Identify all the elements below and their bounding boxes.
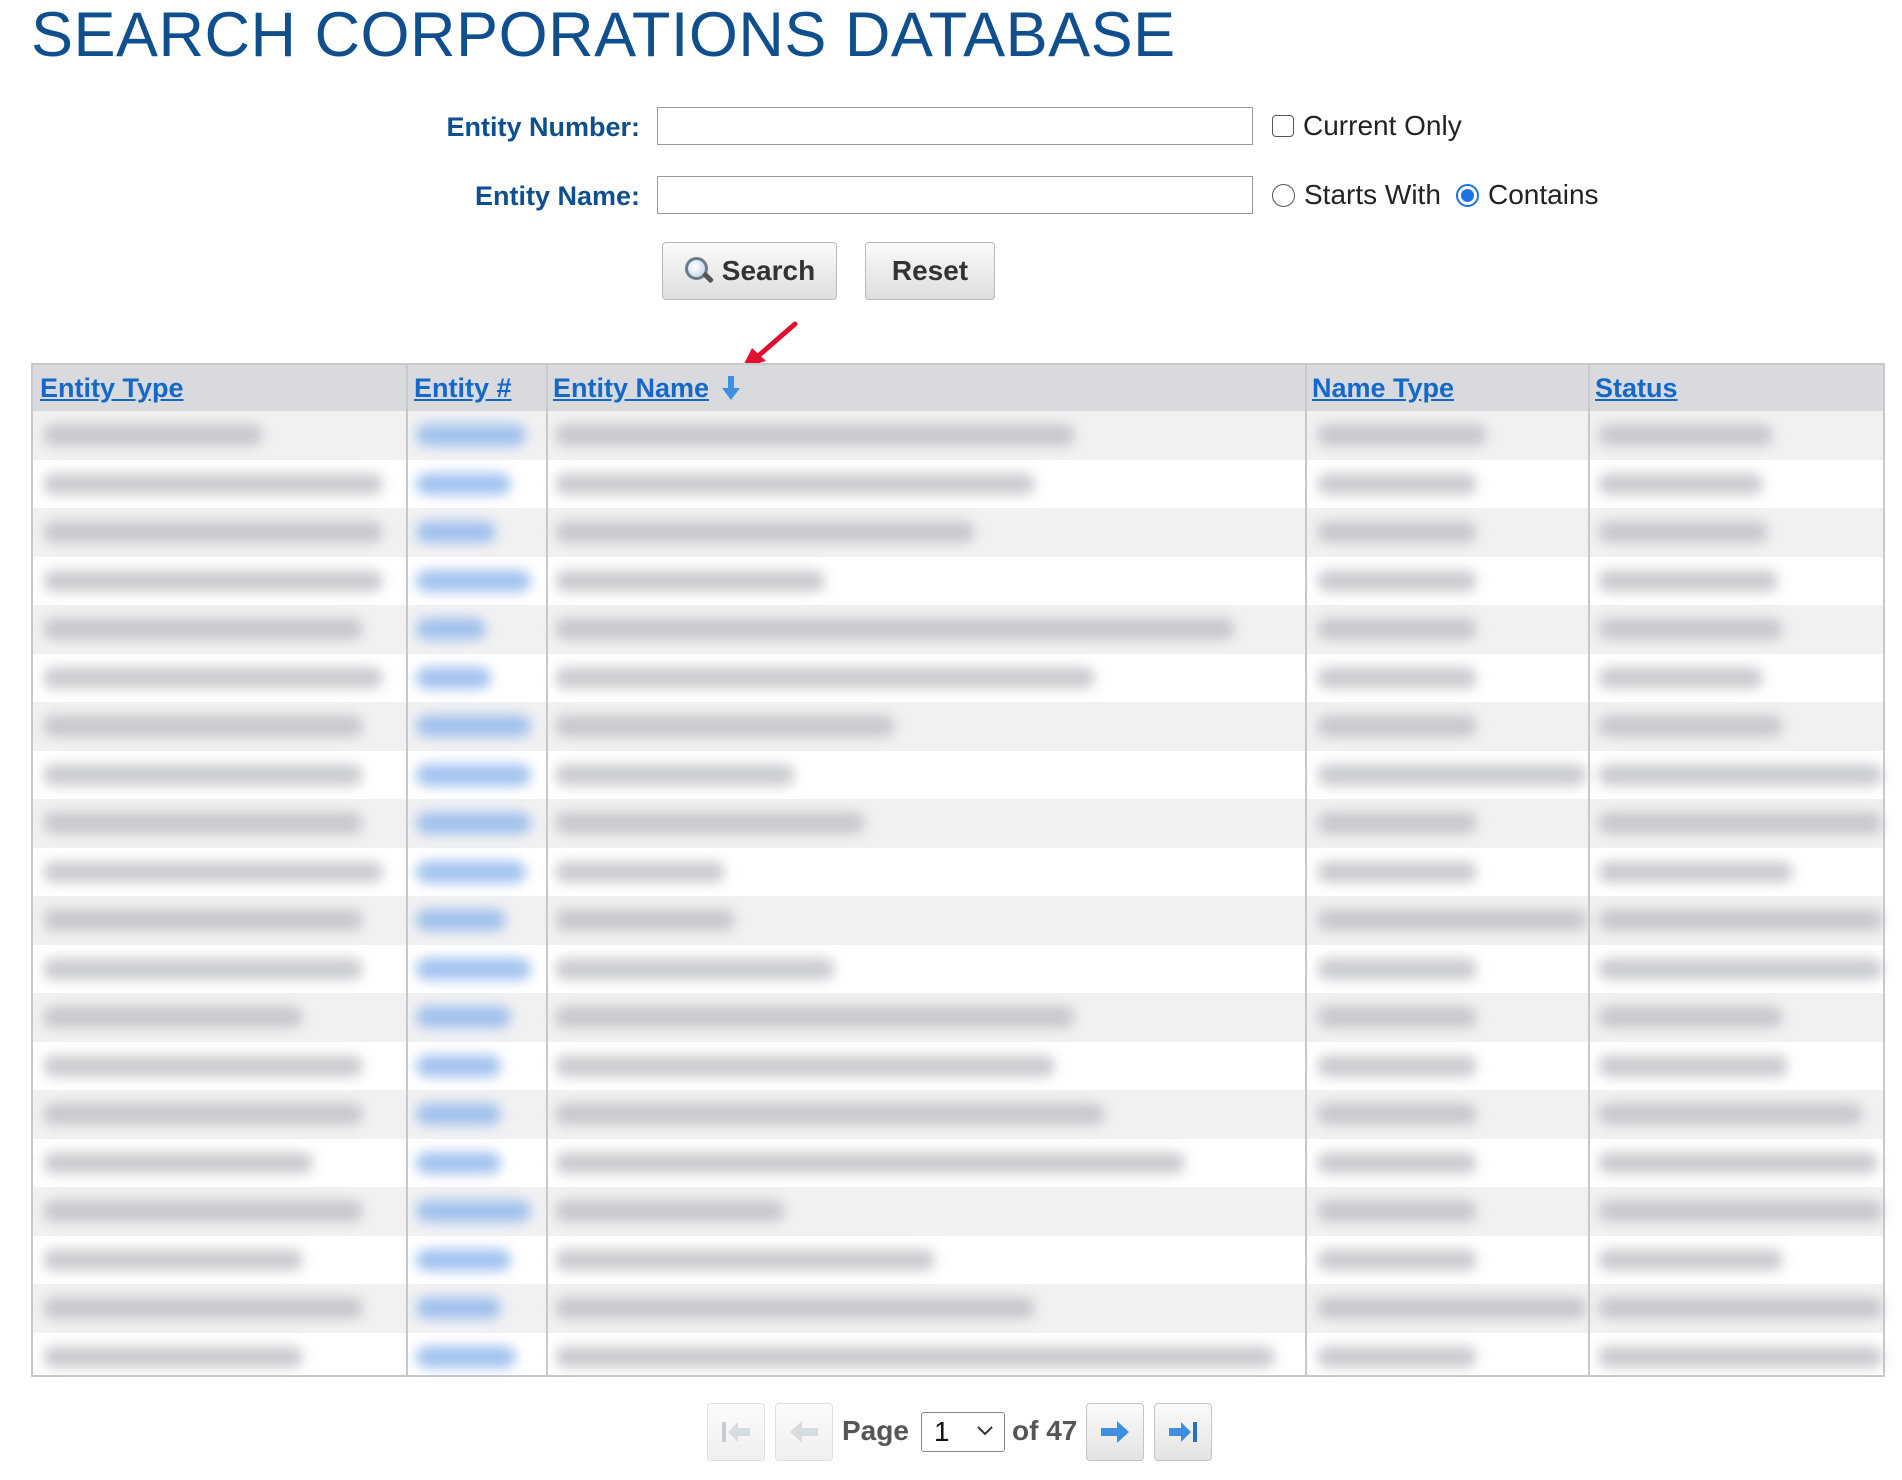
- column-divider: [406, 365, 408, 1375]
- table-row: [33, 1236, 1883, 1285]
- prev-page-icon: [790, 1421, 818, 1443]
- last-page-button[interactable]: [1154, 1403, 1212, 1461]
- page: SEARCH CORPORATIONS DATABASE Entity Numb…: [0, 0, 1902, 1480]
- contains-radio[interactable]: [1456, 183, 1479, 207]
- table-row: [33, 702, 1883, 751]
- column-header-status[interactable]: Status: [1595, 365, 1678, 411]
- table-row: [33, 1284, 1883, 1333]
- column-header-entity-number[interactable]: Entity #: [414, 365, 512, 411]
- table-row: [33, 1187, 1883, 1236]
- page-select[interactable]: 1: [921, 1412, 1005, 1452]
- table-row: [33, 993, 1883, 1042]
- table-row: [33, 848, 1883, 897]
- last-page-icon: [1169, 1422, 1197, 1442]
- contains-option[interactable]: Contains: [1456, 179, 1599, 211]
- current-only-checkbox[interactable]: [1272, 115, 1294, 137]
- search-button[interactable]: Search: [662, 242, 837, 300]
- table-row: [33, 1333, 1883, 1382]
- starts-with-option[interactable]: Starts With: [1272, 179, 1441, 211]
- magnifier-icon: [684, 256, 714, 286]
- reset-button[interactable]: Reset: [865, 242, 995, 300]
- table-row: [33, 508, 1883, 557]
- page-label: Page: [842, 1415, 909, 1446]
- table-row: [33, 605, 1883, 654]
- column-header-entity-name[interactable]: Entity Name: [553, 365, 741, 411]
- table-row: [33, 799, 1883, 848]
- table-row: [33, 654, 1883, 703]
- chevron-down-icon: [977, 1426, 993, 1436]
- table-row: [33, 945, 1883, 994]
- entity-name-label: Entity Name:: [474, 181, 640, 211]
- page-title: SEARCH CORPORATIONS DATABASE: [31, 0, 1176, 70]
- column-header-entity-name-label: Entity Name: [553, 372, 710, 403]
- reset-button-label: Reset: [891, 255, 969, 286]
- table-row: [33, 751, 1883, 800]
- page-select-value: 1: [934, 1416, 950, 1447]
- entity-number-input[interactable]: [657, 107, 1253, 145]
- column-header-name-type[interactable]: Name Type: [1312, 365, 1454, 411]
- column-divider: [546, 365, 548, 1375]
- starts-with-radio[interactable]: [1272, 183, 1295, 207]
- entity-number-label: Entity Number:: [446, 112, 640, 142]
- table-row: [33, 460, 1883, 509]
- table-body: [33, 411, 1883, 1375]
- table-row: [33, 896, 1883, 945]
- current-only-label: Current Only: [1303, 110, 1462, 141]
- next-page-icon: [1101, 1421, 1129, 1443]
- results-table: Entity Type Entity # Entity Name Name Ty…: [31, 363, 1885, 1377]
- current-only-option[interactable]: Current Only: [1272, 110, 1462, 142]
- column-divider: [1588, 365, 1590, 1375]
- starts-with-label: Starts With: [1304, 179, 1441, 210]
- first-page-button[interactable]: [707, 1403, 765, 1461]
- table-row: [33, 1090, 1883, 1139]
- first-page-icon: [722, 1422, 750, 1442]
- column-divider: [1305, 365, 1307, 1375]
- table-header: Entity Type Entity # Entity Name Name Ty…: [33, 365, 1883, 411]
- prev-page-button[interactable]: [775, 1403, 833, 1461]
- next-page-button[interactable]: [1086, 1403, 1144, 1461]
- table-row: [33, 1042, 1883, 1091]
- table-row: [33, 411, 1883, 460]
- column-header-entity-type[interactable]: Entity Type: [40, 365, 184, 411]
- table-row: [33, 1139, 1883, 1188]
- total-pages-label: of 47: [1012, 1415, 1078, 1446]
- sort-down-arrow-icon: [721, 375, 741, 401]
- contains-label: Contains: [1488, 179, 1599, 210]
- entity-name-input[interactable]: [657, 176, 1253, 214]
- search-button-label: Search: [721, 255, 816, 286]
- table-row: [33, 557, 1883, 606]
